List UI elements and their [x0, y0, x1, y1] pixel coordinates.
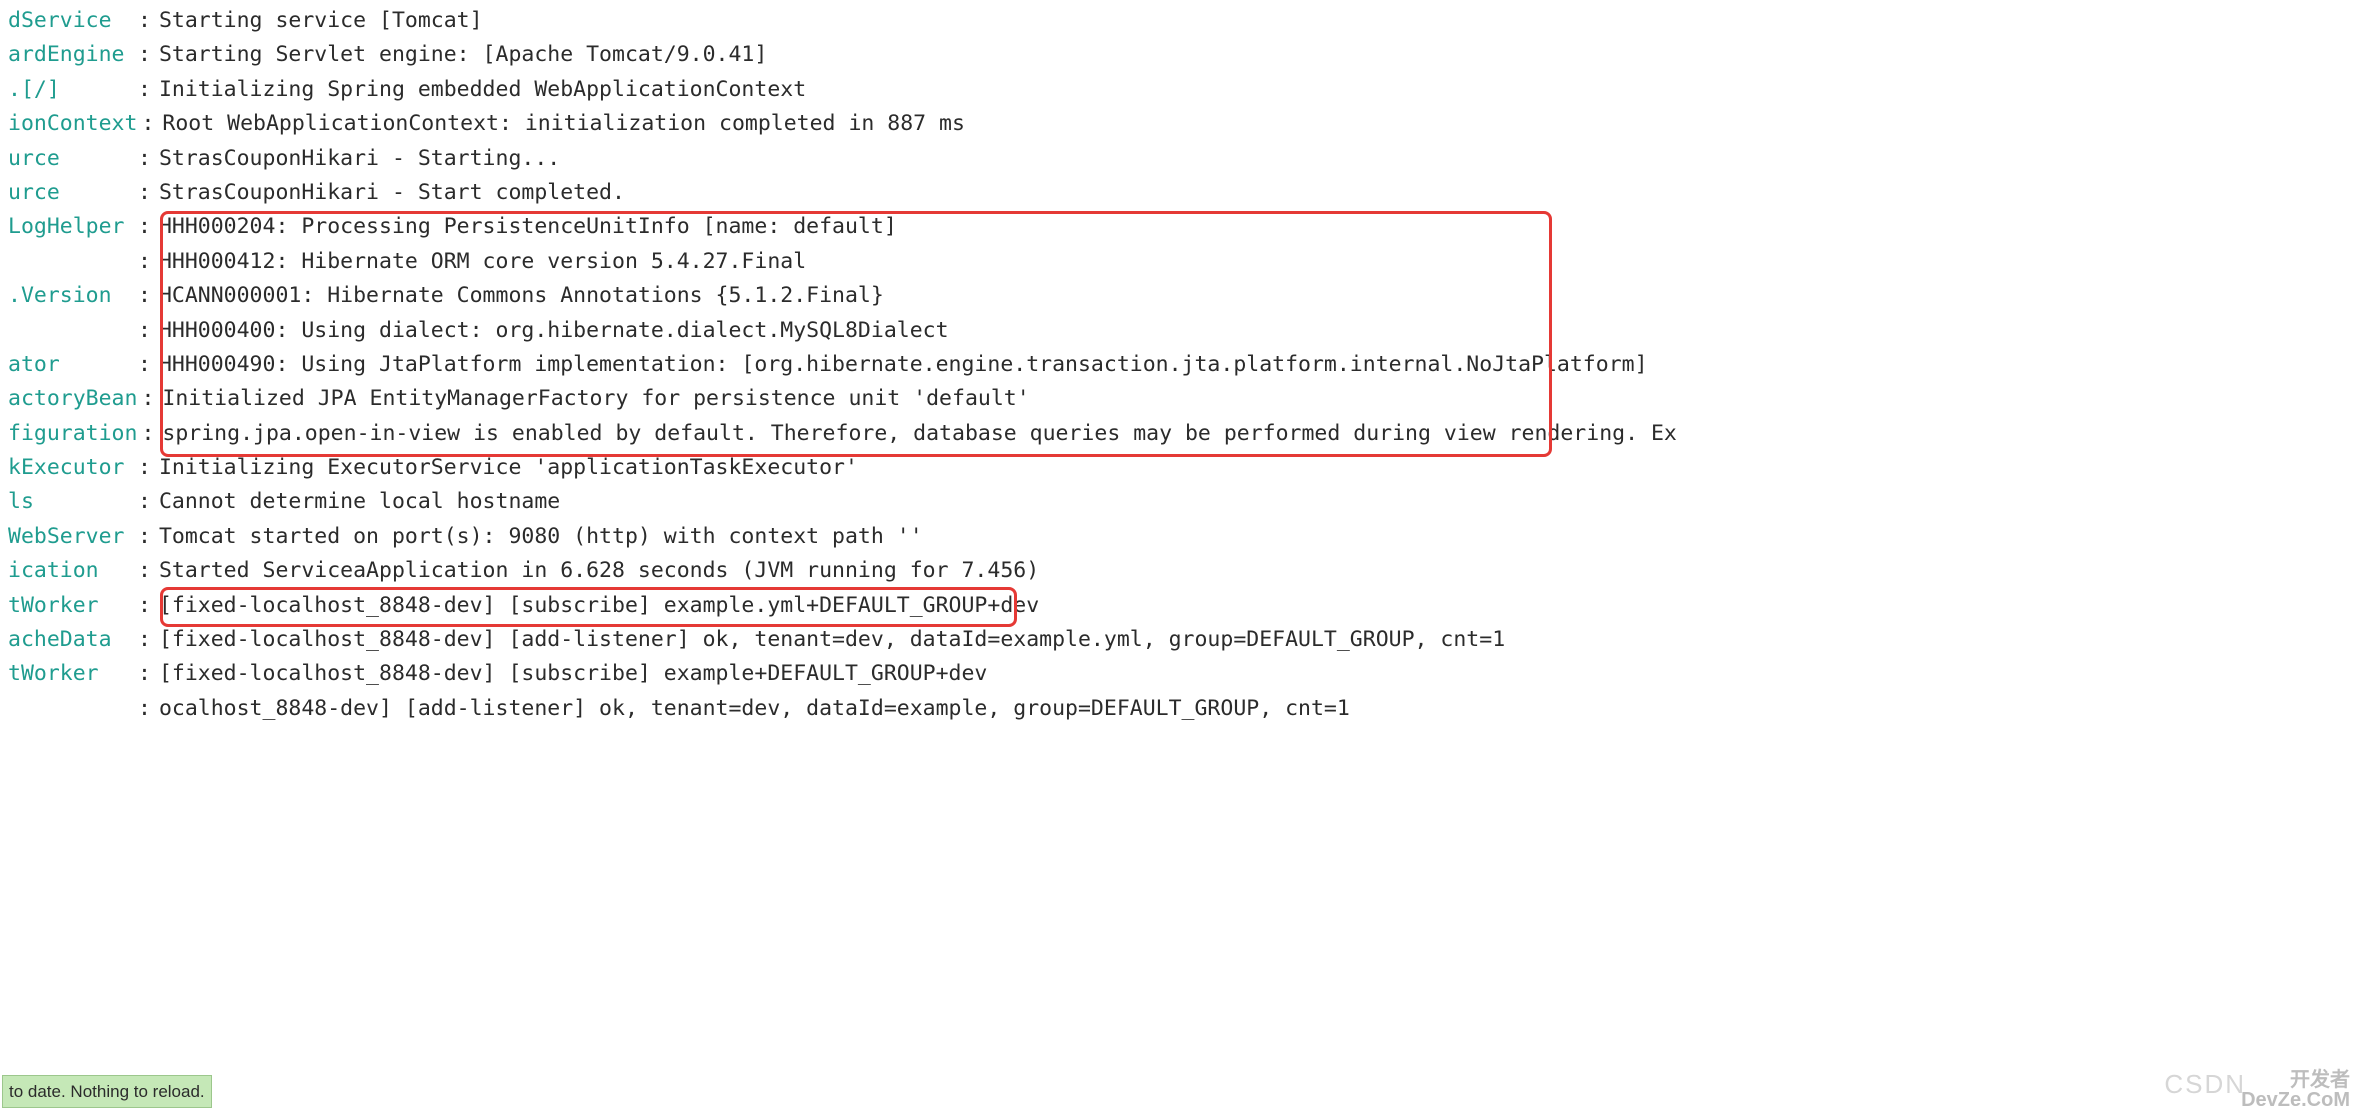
log-line[interactable]: urce:StrasCouponHikari - Start completed…	[8, 176, 2356, 210]
log-message: HHH000490: Using JtaPlatform implementat…	[159, 348, 1648, 382]
logger-name: WebServer	[8, 520, 134, 554]
logger-name: ls	[8, 485, 134, 519]
separator: :	[138, 485, 151, 519]
log-message: HHH000204: Processing PersistenceUnitInf…	[159, 210, 897, 244]
logger-name: acheData	[8, 623, 134, 657]
logger-name: figuration	[8, 417, 137, 451]
logger-name	[8, 245, 134, 279]
log-message: Starting service [Tomcat]	[159, 4, 483, 38]
separator: :	[138, 623, 151, 657]
logger-name: ionContext	[8, 107, 137, 141]
log-line[interactable]: ardEngine:Starting Servlet engine: [Apac…	[8, 38, 2356, 72]
log-message: Root WebApplicationContext: initializati…	[162, 107, 965, 141]
log-line[interactable]: tWorker:[fixed-localhost_8848-dev] [subs…	[8, 657, 2356, 691]
logger-name: urce	[8, 142, 134, 176]
log-message: [fixed-localhost_8848-dev] [subscribe] e…	[159, 589, 1039, 623]
log-line[interactable]: LogHelper:HHH000204: Processing Persiste…	[8, 210, 2356, 244]
watermark-devze-bot: DevZe.CoM	[2241, 1090, 2350, 1110]
log-message: Initializing ExecutorService 'applicatio…	[159, 451, 858, 485]
log-output[interactable]: dService:Starting service [Tomcat]ardEng…	[8, 4, 2356, 726]
logger-name	[8, 314, 134, 348]
logger-name: dService	[8, 4, 134, 38]
separator: :	[141, 107, 154, 141]
separator: :	[138, 589, 151, 623]
separator: :	[138, 279, 151, 313]
log-message: HHH000412: Hibernate ORM core version 5.…	[159, 245, 806, 279]
log-line[interactable]: WebServer:Tomcat started on port(s): 908…	[8, 520, 2356, 554]
log-message: HCANN000001: Hibernate Commons Annotatio…	[159, 279, 884, 313]
watermark-csdn: CSDN	[2164, 1064, 2246, 1106]
separator: :	[138, 142, 151, 176]
log-message: ocalhost_8848-dev] [add-listener] ok, te…	[159, 692, 1350, 726]
log-message: spring.jpa.open-in-view is enabled by de…	[162, 417, 1676, 451]
logger-name: actoryBean	[8, 382, 137, 416]
separator: :	[138, 38, 151, 72]
separator: :	[141, 417, 154, 451]
separator: :	[141, 382, 154, 416]
log-line[interactable]: ication:Started ServiceaApplication in 6…	[8, 554, 2356, 588]
logger-name: ardEngine	[8, 38, 134, 72]
watermark-devze: 开发者 DevZe.CoM	[2241, 1070, 2350, 1110]
logger-name: .[/]	[8, 73, 134, 107]
separator: :	[138, 657, 151, 691]
log-line[interactable]: ator:HHH000490: Using JtaPlatform implem…	[8, 348, 2356, 382]
logger-name: kExecutor	[8, 451, 134, 485]
log-message: Starting Servlet engine: [Apache Tomcat/…	[159, 38, 767, 72]
separator: :	[138, 520, 151, 554]
logger-name: tWorker	[8, 589, 134, 623]
log-message: Initializing Spring embedded WebApplicat…	[159, 73, 806, 107]
log-line[interactable]: ls:Cannot determine local hostname	[8, 485, 2356, 519]
separator: :	[138, 554, 151, 588]
log-message: Started ServiceaApplication in 6.628 sec…	[159, 554, 1039, 588]
log-line[interactable]: kExecutor:Initializing ExecutorService '…	[8, 451, 2356, 485]
separator: :	[138, 451, 151, 485]
separator: :	[138, 348, 151, 382]
log-line[interactable]: ionContext:Root WebApplicationContext: i…	[8, 107, 2356, 141]
separator: :	[138, 692, 151, 726]
logger-name: ication	[8, 554, 134, 588]
separator: :	[138, 314, 151, 348]
logger-name: urce	[8, 176, 134, 210]
logger-name: .Version	[8, 279, 134, 313]
status-bar: to date. Nothing to reload.	[2, 1075, 212, 1108]
log-message: Cannot determine local hostname	[159, 485, 560, 519]
separator: :	[138, 73, 151, 107]
log-line[interactable]: dService:Starting service [Tomcat]	[8, 4, 2356, 38]
separator: :	[138, 210, 151, 244]
logger-name: ator	[8, 348, 134, 382]
log-message: StrasCouponHikari - Start completed.	[159, 176, 625, 210]
log-line[interactable]: tWorker:[fixed-localhost_8848-dev] [subs…	[8, 589, 2356, 623]
log-line[interactable]: actoryBean:Initialized JPA EntityManager…	[8, 382, 2356, 416]
log-line[interactable]: :ocalhost_8848-dev] [add-listener] ok, t…	[8, 692, 2356, 726]
log-message: [fixed-localhost_8848-dev] [add-listener…	[159, 623, 1505, 657]
log-line[interactable]: :HHH000400: Using dialect: org.hibernate…	[8, 314, 2356, 348]
log-line[interactable]: acheData:[fixed-localhost_8848-dev] [add…	[8, 623, 2356, 657]
log-message: Initialized JPA EntityManagerFactory for…	[162, 382, 1029, 416]
logger-name	[8, 692, 134, 726]
log-line[interactable]: .[/]:Initializing Spring embedded WebApp…	[8, 73, 2356, 107]
separator: :	[138, 245, 151, 279]
log-message: StrasCouponHikari - Starting...	[159, 142, 560, 176]
logger-name: tWorker	[8, 657, 134, 691]
log-message: Tomcat started on port(s): 9080 (http) w…	[159, 520, 923, 554]
separator: :	[138, 4, 151, 38]
logger-name: LogHelper	[8, 210, 134, 244]
separator: :	[138, 176, 151, 210]
log-line[interactable]: urce:StrasCouponHikari - Starting...	[8, 142, 2356, 176]
log-message: [fixed-localhost_8848-dev] [subscribe] e…	[159, 657, 987, 691]
log-line[interactable]: :HHH000412: Hibernate ORM core version 5…	[8, 245, 2356, 279]
log-line[interactable]: figuration:spring.jpa.open-in-view is en…	[8, 417, 2356, 451]
log-message: HHH000400: Using dialect: org.hibernate.…	[159, 314, 949, 348]
log-line[interactable]: .Version:HCANN000001: Hibernate Commons …	[8, 279, 2356, 313]
watermark-devze-top: 开发者	[2241, 1070, 2350, 1090]
